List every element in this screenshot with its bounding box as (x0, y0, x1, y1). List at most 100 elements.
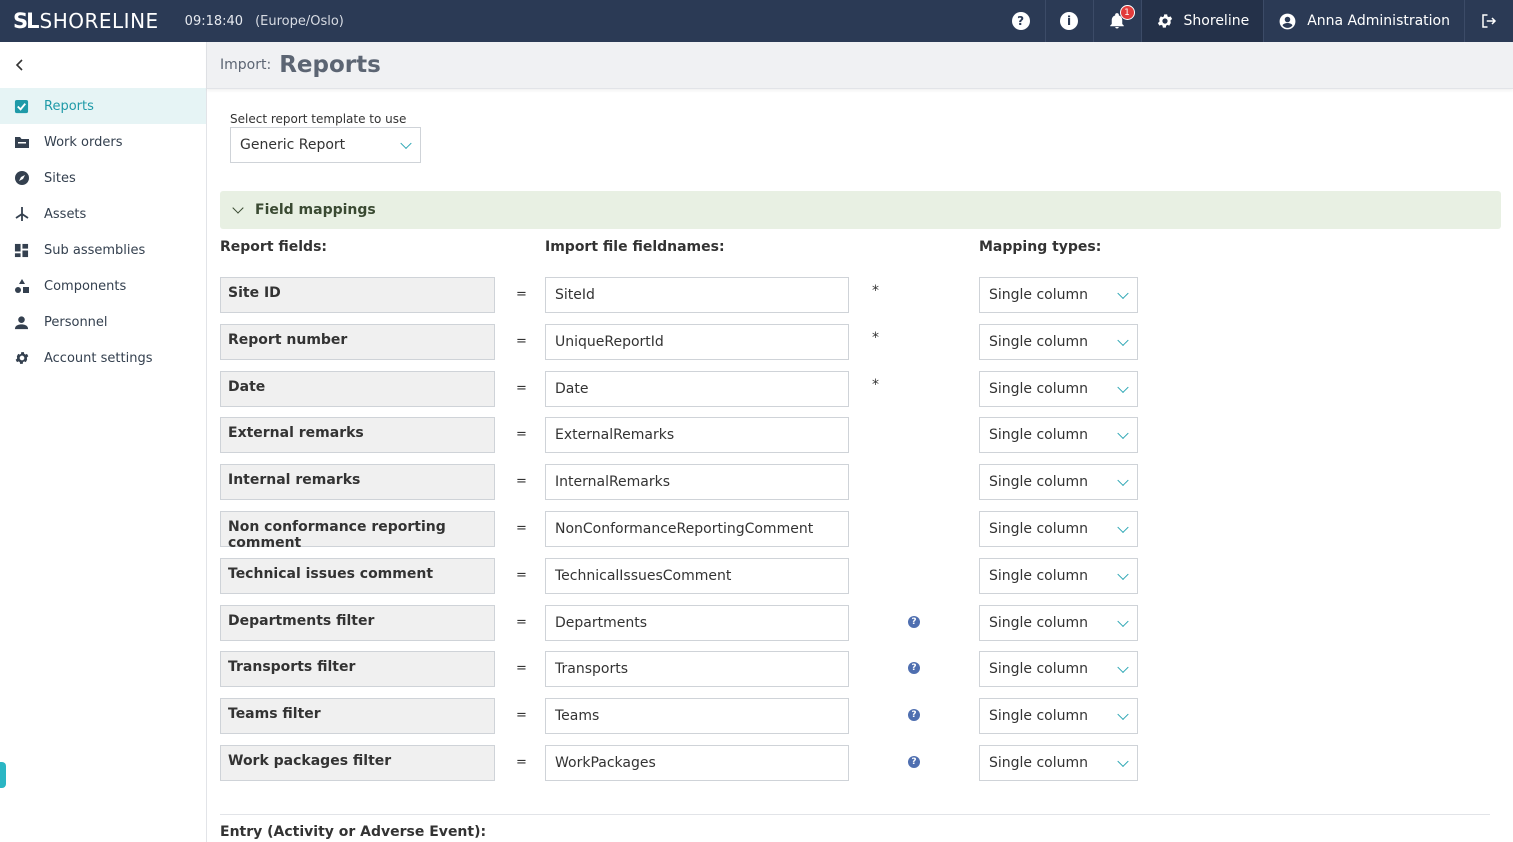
mapping-row: Departments filter = Departments? Single co… (220, 605, 1150, 641)
help-icon[interactable]: ? (908, 709, 920, 721)
equals-sign: = (516, 427, 527, 442)
chevron-down-icon (1117, 615, 1129, 628)
help-icon[interactable]: ? (908, 616, 920, 628)
col-report-fields: Report fields: (220, 239, 328, 255)
notification-badge: 1 (1119, 5, 1135, 20)
mapping-row: External remarks = ExternalRemarks Single c… (220, 417, 1150, 453)
sidebar-item-work-orders[interactable]: Work orders (0, 124, 206, 160)
import-fieldname-input[interactable]: WorkPackages (545, 745, 849, 781)
report-field-label: Date (220, 371, 495, 407)
template-select[interactable]: Generic Report (230, 127, 421, 163)
col-mapping-types: Mapping types: (979, 239, 1102, 255)
import-fieldname-input[interactable]: Teams (545, 698, 849, 734)
chevron-down-icon (1117, 568, 1129, 581)
sidebar-collapse-button[interactable] (0, 42, 206, 88)
logo-text: SHORELINE (39, 9, 159, 33)
required-marker: * (872, 377, 879, 393)
gear-icon (1157, 14, 1172, 28)
sidebar-item-account-settings[interactable]: Account settings (0, 340, 206, 376)
page-subtitle: Import: (220, 57, 272, 73)
mapping-type-select[interactable]: Single column (979, 417, 1138, 453)
chevron-down-icon (1117, 755, 1129, 768)
mapping-type-select[interactable]: Single column (979, 558, 1138, 594)
report-field-label: Departments filter (220, 605, 495, 641)
mapping-type-value: Single column (989, 661, 1089, 677)
sidebar-item-reports[interactable]: Reports (0, 88, 206, 124)
sidebar-item-sites[interactable]: Sites (0, 160, 206, 196)
mapping-type-value: Single column (989, 568, 1089, 584)
report-field-label: Internal remarks (220, 464, 495, 500)
shoreline-logo[interactable]: SL SHORELINE (13, 0, 159, 42)
import-fieldname-input[interactable]: UniqueReportId (545, 324, 849, 360)
mapping-type-select[interactable]: Single column (979, 511, 1138, 547)
info-button[interactable]: i (1044, 0, 1093, 42)
main-content: Select report template to use Generic Re… (207, 89, 1513, 842)
mapping-type-select[interactable]: Single column (979, 651, 1138, 687)
report-field-label: Site ID (220, 277, 495, 313)
import-fieldname-input[interactable]: Date (545, 371, 849, 407)
mapping-type-select[interactable]: Single column (979, 324, 1138, 360)
import-fieldname-input[interactable]: Departments (545, 605, 849, 641)
chevron-left-icon (15, 59, 23, 71)
sidebar-item-label: Account settings (44, 350, 153, 366)
report-check-icon (13, 98, 30, 115)
chevron-down-icon (1117, 474, 1129, 487)
chevron-down-icon (1117, 334, 1129, 347)
report-field-label: Non conformance reporting comment (220, 511, 495, 551)
mapping-row: Transports filter = Transports? Single colu… (220, 651, 1150, 687)
report-field-label: Technical issues comment (220, 558, 495, 594)
mapping-row: Site ID = SiteId * Single column (220, 277, 1150, 313)
mapping-row: Work packages filter = WorkPackages? Single… (220, 745, 1150, 781)
mapping-type-select[interactable]: Single column (979, 371, 1138, 407)
equals-sign: = (516, 568, 527, 583)
user-name: Anna Administration (1307, 13, 1450, 29)
template-select-value: Generic Report (240, 137, 346, 153)
mapping-row: Technical issues comment = TechnicalIssues… (220, 558, 1150, 594)
sidebar-item-label: Components (44, 278, 127, 294)
shapes-icon (13, 278, 30, 295)
help-icon[interactable]: ? (908, 756, 920, 768)
import-fieldname-input[interactable]: ExternalRemarks (545, 417, 849, 453)
side-drawer-tab[interactable] (0, 762, 6, 788)
help-button[interactable]: ? (997, 0, 1045, 42)
sidebar: Reports Work orders Sites Assets Sub assembl… (0, 42, 207, 842)
top-bar: SL SHORELINE 09:18:40 (Europe/Oslo) ? i … (0, 0, 1513, 42)
top-right-actions: ? i 1 Shoreline Anna Administration (997, 0, 1513, 42)
equals-sign: = (516, 615, 527, 630)
sidebar-item-assets[interactable]: Assets (0, 196, 206, 232)
mapping-type-select[interactable]: Single column (979, 698, 1138, 734)
field-mappings-toggle[interactable]: Field mappings (220, 191, 1501, 229)
sidebar-item-components[interactable]: Components (0, 268, 206, 304)
import-fieldname-input[interactable]: InternalRemarks (545, 464, 849, 500)
import-fieldname-input[interactable]: NonConformanceReportingComment (545, 511, 849, 547)
wind-turbine-icon (13, 206, 30, 223)
mapping-type-select[interactable]: Single column (979, 277, 1138, 313)
logout-button[interactable] (1465, 0, 1513, 42)
import-fieldname-input[interactable]: Transports (545, 651, 849, 687)
sidebar-item-label: Sub assemblies (44, 242, 146, 258)
entry-heading: Entry (Activity or Adverse Event): (220, 824, 487, 840)
mapping-type-select[interactable]: Single column (979, 464, 1138, 500)
mapping-type-select[interactable]: Single column (979, 605, 1138, 641)
user-menu[interactable]: Anna Administration (1263, 0, 1465, 42)
import-fieldname-input[interactable]: SiteId (545, 277, 849, 313)
notifications-button[interactable]: 1 (1092, 0, 1141, 42)
mapping-type-select[interactable]: Single column (979, 745, 1138, 781)
sidebar-item-personnel[interactable]: Personnel (0, 304, 206, 340)
report-field-label: Transports filter (220, 651, 495, 687)
equals-sign: = (516, 381, 527, 396)
mapping-type-value: Single column (989, 427, 1089, 443)
chevron-down-icon (232, 202, 244, 214)
field-mappings-title: Field mappings (255, 202, 376, 218)
tenant-name: Shoreline (1183, 13, 1250, 29)
chevron-down-icon (1117, 381, 1129, 394)
tenant-switcher[interactable]: Shoreline (1140, 0, 1264, 42)
mapping-row: Teams filter = Teams? Single column (220, 698, 1150, 734)
equals-sign: = (516, 521, 527, 536)
sidebar-item-sub-assemblies[interactable]: Sub assemblies (0, 232, 206, 268)
help-icon[interactable]: ? (908, 662, 920, 674)
section-divider (220, 814, 1490, 815)
mapping-type-value: Single column (989, 381, 1089, 397)
col-import-names: Import file fieldnames: (545, 239, 725, 255)
import-fieldname-input[interactable]: TechnicalIssuesComment (545, 558, 849, 594)
